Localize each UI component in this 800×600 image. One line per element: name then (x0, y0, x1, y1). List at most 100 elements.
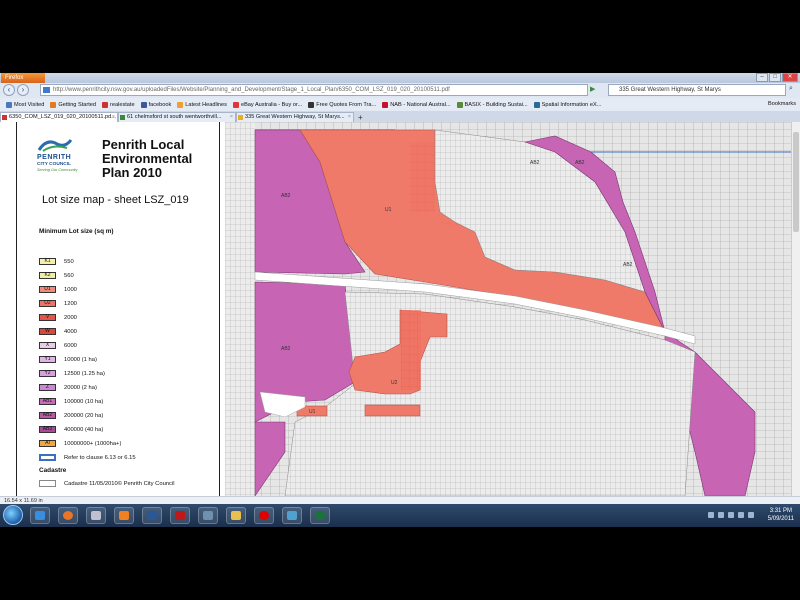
forward-icon[interactable]: › (17, 84, 29, 96)
vertical-scrollbar[interactable] (791, 122, 800, 496)
clause-swatch (39, 454, 56, 461)
bookmark-item[interactable]: Free Quotes From Tra... (308, 101, 376, 108)
bookmark-icon (6, 101, 12, 108)
map-label-ab2-east: AB2 (623, 262, 633, 268)
go-icon[interactable]: ▶ (590, 85, 595, 93)
cadastre-swatch (39, 480, 56, 487)
address-bar[interactable]: http://www.penrithcity.nsw.gov.au/upload… (40, 84, 588, 96)
org-name-2: CITY COUNCIL (37, 162, 72, 167)
taskbar-vodafone[interactable] (254, 507, 274, 524)
tab-close-icon[interactable]: × (112, 113, 115, 122)
bookmark-item[interactable]: Spatial Information eX... (533, 101, 601, 108)
taskbar-explorer[interactable] (226, 507, 246, 524)
map-icon (120, 115, 125, 120)
tab-close-icon[interactable]: × (230, 113, 233, 122)
flag-icon[interactable] (748, 512, 754, 518)
legend-row-w: W 4000 (39, 327, 77, 336)
volume-icon[interactable] (738, 512, 744, 518)
battery-icon[interactable] (728, 512, 734, 518)
scrollbar-thumb[interactable] (793, 132, 799, 232)
taskbar-vlc[interactable] (114, 507, 134, 524)
search-input[interactable]: 335 Great Western Highway, St Marys (608, 84, 786, 96)
taskbar-app-10[interactable] (282, 507, 302, 524)
taskbar-word[interactable] (142, 507, 162, 524)
site-favicon-icon (43, 87, 50, 93)
tab-chelmsford[interactable]: 61 chelmsford st south wentworthvill... … (118, 112, 236, 122)
legend-row-ab2: AB2 200000 (20 ha) (39, 411, 103, 420)
cadastre-heading: Cadastre (39, 467, 67, 474)
legend-row-y2: Y2 12500 (1.25 ha) (39, 369, 105, 378)
bookmark-item[interactable]: realestate (102, 101, 135, 108)
bookmark-item[interactable]: Most Visited (6, 101, 44, 108)
map-label-ab2-north-east: AB2 (575, 160, 585, 166)
back-icon[interactable]: ‹ (3, 84, 15, 96)
app-icon (287, 511, 297, 520)
tab-pdf[interactable]: 6350_COM_LSZ_019_020_20100511.pd... × (0, 112, 118, 122)
cadastre-strip (225, 122, 255, 496)
navigation-bar: ‹ › http://www.penrithcity.nsw.gov.au/up… (0, 83, 800, 99)
clock[interactable]: 3:31 PM 5/09/2011 (768, 507, 794, 523)
address-text: http://www.penrithcity.nsw.gov.au/upload… (53, 87, 450, 93)
taskbar-internet-explorer[interactable] (30, 507, 50, 524)
app-icon (91, 511, 101, 520)
acrobat-icon (175, 511, 185, 520)
map-label-ab2-north: AB2 (530, 160, 540, 166)
legend-row-clause: Refer to clause 6.13 or 6.15 (39, 453, 136, 462)
folder-icon (231, 511, 241, 520)
bookmark-item[interactable]: eBay Australia - Buy or... (232, 101, 302, 108)
taskbar-app-3[interactable] (86, 507, 106, 524)
legend-row-cadastre: Cadastre 11/05/2010© Penrith City Counci… (39, 479, 175, 488)
taskbar-acrobat[interactable] (170, 507, 190, 524)
zone-u1-south (364, 404, 421, 417)
bookmark-item[interactable]: facebook (140, 101, 171, 108)
bookmarks-toolbar: Most Visited Getting Started realestate … (0, 98, 800, 112)
zone-u1-lots (410, 142, 435, 212)
taskbar-excel[interactable] (310, 507, 330, 524)
bookmark-item[interactable]: Getting Started (50, 101, 96, 108)
bookmark-item[interactable]: BASIX - Building Sustai... (456, 101, 528, 108)
lot-size-map[interactable]: U1 U2 U1 AB2 AB2 AB2 AB2 AB2 (225, 122, 791, 496)
taskbar-app-7[interactable] (198, 507, 218, 524)
system-tray: 3:31 PM 5/09/2011 (708, 504, 798, 527)
map-label-ab2-north-west: AB2 (281, 193, 291, 199)
map-label-u1-south: U1 (309, 409, 316, 415)
bookmark-icon (533, 101, 540, 108)
legend-row-ab3: AB3 400000 (40 ha) (39, 425, 103, 434)
app-icon (203, 511, 213, 520)
map-legend: PENRITH CITY COUNCIL Serving Our Communi… (16, 122, 220, 496)
close-icon[interactable]: ✕ (782, 73, 798, 82)
bookmark-icon (140, 101, 147, 108)
legend-row-k1: K1 550 (39, 257, 74, 266)
bookmark-item[interactable]: NAB - National Austral... (382, 101, 451, 108)
vodafone-icon (259, 511, 269, 520)
pdf-viewer[interactable]: PENRITH CITY COUNCIL Serving Our Communi… (0, 122, 791, 496)
minimize-icon[interactable]: – (756, 73, 768, 82)
window-controls: – □ ✕ (756, 73, 798, 83)
bookmark-icon (177, 101, 184, 108)
taskbar-firefox[interactable] (58, 507, 78, 524)
legend-row-k2: K2 560 (39, 271, 74, 280)
tab-great-western-highway[interactable]: 335 Great Western Highway, St Marys... × (236, 112, 354, 122)
map-canvas: U1 U2 U1 AB2 AB2 AB2 AB2 AB2 (225, 122, 791, 496)
bookmark-icon (456, 101, 463, 108)
network-icon[interactable] (718, 512, 724, 518)
map-label-ab2-west: AB2 (281, 346, 291, 352)
zone-u2-lots (401, 310, 421, 390)
word-icon (147, 511, 157, 520)
plan-title-line2: Environmental (102, 151, 193, 166)
maximize-icon[interactable]: □ (769, 73, 781, 82)
bookmarks-menu-button[interactable]: Bookmarks (768, 98, 796, 111)
search-icon[interactable]: ⌕ (789, 85, 793, 93)
bookmark-icon (382, 101, 389, 108)
legend-row-ab1: AB1 100000 (10 ha) (39, 397, 103, 406)
tray-arrow-icon[interactable] (708, 512, 714, 518)
new-tab-button[interactable]: + (358, 113, 363, 122)
legend-row-ai: AI 10000000+ (1000ha+) (39, 439, 121, 448)
tab-close-icon[interactable]: × (348, 113, 351, 122)
bookmark-item[interactable]: Latest Headlines (177, 101, 227, 108)
bookmark-icon (232, 101, 239, 108)
legend-heading: Minimum Lot size (sq m) (39, 228, 114, 235)
internet-explorer-icon (35, 511, 45, 520)
firefox-menu-button[interactable]: Firefox (1, 73, 45, 83)
start-button[interactable] (3, 505, 23, 525)
